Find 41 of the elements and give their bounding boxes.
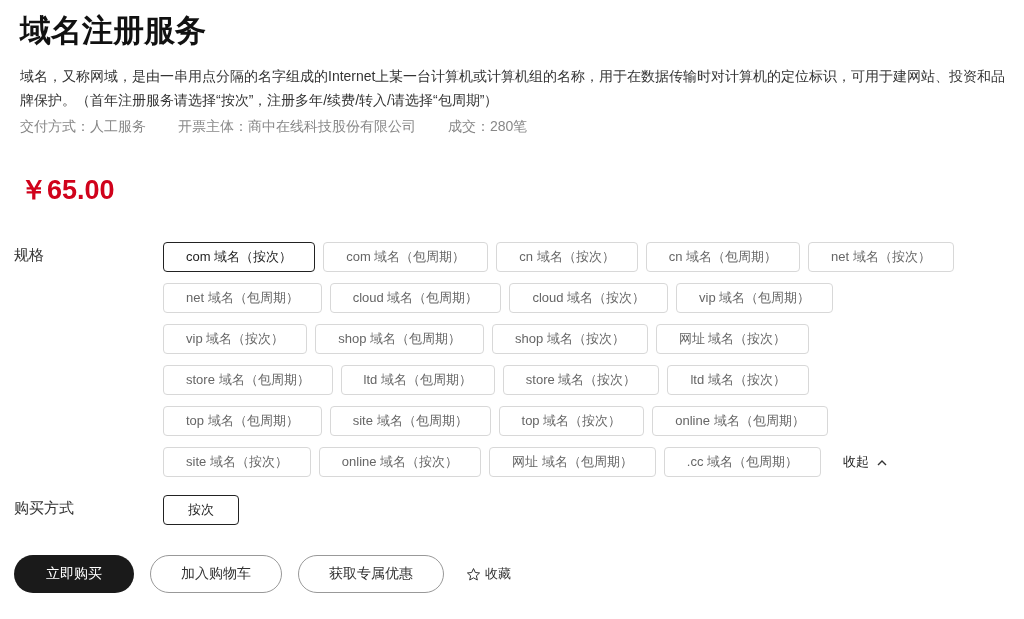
collapse-link[interactable]: 收起 <box>837 452 893 472</box>
spec-option[interactable]: com 域名（包周期） <box>323 242 489 272</box>
star-icon <box>466 566 481 582</box>
spec-option[interactable]: ltd 域名（按次） <box>667 365 809 395</box>
spec-option[interactable]: vip 域名（包周期） <box>676 283 834 313</box>
action-button[interactable]: 获取专属优惠 <box>298 555 444 593</box>
spec-option[interactable]: 网址 域名（按次） <box>655 324 810 354</box>
spec-option[interactable]: shop 域名（按次） <box>492 324 648 354</box>
meta-info: 成交：280笔 <box>448 118 528 136</box>
spec-option[interactable]: cloud 域名（按次） <box>509 283 669 313</box>
spec-label: 规格 <box>14 245 45 265</box>
spec-option[interactable]: site 域名（按次） <box>163 447 311 477</box>
spec-option[interactable]: ltd 域名（包周期） <box>340 365 495 395</box>
spec-option[interactable]: shop 域名（包周期） <box>315 324 485 354</box>
spec-option[interactable]: online 域名（包周期） <box>652 406 828 436</box>
spec-option[interactable]: cn 域名（包周期） <box>645 242 801 272</box>
spec-option[interactable]: online 域名（按次） <box>318 447 482 477</box>
spec-option[interactable]: cloud 域名（包周期） <box>329 283 502 313</box>
spec-option[interactable]: com 域名（按次） <box>163 242 316 272</box>
meta-info: 开票主体：商中在线科技股份有限公司 <box>178 118 416 136</box>
buy-now-button[interactable]: 立即购买 <box>14 555 134 593</box>
spec-option[interactable]: net 域名（包周期） <box>163 283 322 313</box>
spec-option[interactable]: .cc 域名（包周期） <box>663 447 821 477</box>
spec-option[interactable]: top 域名（包周期） <box>163 406 322 436</box>
description: 域名，又称网域，是由一串用点分隔的名字组成的Internet上某一台计算机或计算机组的名称，用于在数据传输时对计算机的定位标识，可用于建网站、投资和品牌保护。（首年注册服务请选择“按次”，注册多年/续费/转入/请选择“包周期”） <box>20 67 1007 110</box>
price: ￥65.00 <box>20 174 116 207</box>
spec-option[interactable]: store 域名（按次） <box>502 365 660 395</box>
purchase-option[interactable]: 按次 <box>163 495 239 525</box>
page-title: 域名注册服务 <box>20 12 207 50</box>
spec-option[interactable]: store 域名（包周期） <box>163 365 333 395</box>
spec-option[interactable]: vip 域名（按次） <box>163 324 308 354</box>
spec-option[interactable]: cn 域名（按次） <box>496 242 638 272</box>
action-button[interactable]: 加入购物车 <box>150 555 282 593</box>
spec-option[interactable]: top 域名（按次） <box>498 406 645 436</box>
spec-option[interactable]: site 域名（包周期） <box>329 406 491 436</box>
caret-icon <box>877 458 887 466</box>
spec-option[interactable]: net 域名（按次） <box>808 242 954 272</box>
purchase-label: 购买方式 <box>14 498 75 518</box>
meta-info: 交付方式：人工服务 <box>20 118 146 136</box>
spec-option[interactable]: 网址 域名（包周期） <box>489 447 656 477</box>
favorite-button[interactable]: 收藏 <box>460 564 517 584</box>
